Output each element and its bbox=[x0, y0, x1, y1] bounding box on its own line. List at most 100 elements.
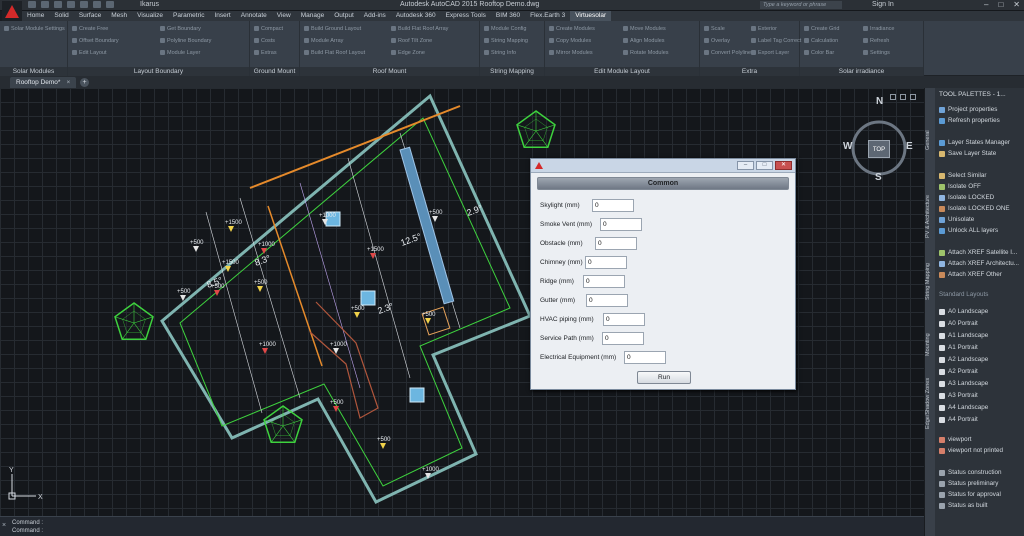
ribbon-button-scale[interactable]: Scale bbox=[704, 25, 725, 32]
hvac-piping-mm-input[interactable]: 0 bbox=[603, 313, 645, 326]
ribbon-button-color-bar[interactable]: Color Bar bbox=[804, 49, 834, 56]
ribbon-button-create-free[interactable]: Create Free bbox=[72, 25, 108, 32]
save-as-icon[interactable] bbox=[67, 1, 75, 8]
palette-item-attach-xref-other[interactable]: Attach XREF Other bbox=[939, 270, 1002, 279]
ribbon-button-module-config[interactable]: Module Config bbox=[484, 25, 526, 32]
sign-in-button[interactable]: Sign In bbox=[872, 1, 894, 8]
tab-manage[interactable]: Manage bbox=[296, 11, 330, 21]
palette-layout-a2-portrait[interactable]: A2 Portrait bbox=[939, 367, 978, 376]
tab-autodesk-360[interactable]: Autodesk 360 bbox=[391, 11, 441, 21]
tab-virtuesolar[interactable]: Virtuesolar bbox=[570, 11, 612, 21]
search-input[interactable]: Type a keyword or phrase bbox=[760, 1, 842, 9]
redo-icon[interactable] bbox=[106, 1, 114, 8]
palette-item-isolate-locked[interactable]: Isolate LOCKED bbox=[939, 193, 994, 202]
tab-output[interactable]: Output bbox=[329, 11, 359, 21]
close-icon[interactable]: ✕ bbox=[1013, 0, 1020, 9]
application-menu-button[interactable] bbox=[2, 1, 22, 21]
palette-layout-a3-portrait[interactable]: A3 Portrait bbox=[939, 391, 978, 400]
palette-tab-mounting[interactable]: Mounting bbox=[925, 320, 935, 369]
viewcube-top-face[interactable]: TOP bbox=[868, 140, 890, 158]
palette-layout-a2-landscape[interactable]: A2 Landscape bbox=[939, 355, 988, 364]
palette-item-project-properties[interactable]: Project properties bbox=[939, 105, 997, 114]
ribbon-button-module-layer[interactable]: Module Layer bbox=[160, 49, 200, 56]
ribbon-button-offset-boundary[interactable]: Offset Boundary bbox=[72, 37, 119, 44]
palette-item-viewport[interactable]: viewport bbox=[939, 435, 971, 444]
ribbon-button-extras[interactable]: Extras bbox=[254, 49, 277, 56]
viewcube-north[interactable]: N bbox=[876, 96, 883, 107]
dialog-maximize-icon[interactable]: □ bbox=[756, 161, 773, 170]
ribbon-button-align-modules[interactable]: Align Modules bbox=[623, 37, 665, 44]
electrical-equipment-mm-input[interactable]: 0 bbox=[624, 351, 666, 364]
ribbon-button-settings[interactable]: Settings bbox=[863, 49, 890, 56]
viewcube-south[interactable]: S bbox=[875, 172, 882, 183]
palette-tab-pv-architecture[interactable]: PV & Architecture bbox=[925, 188, 935, 244]
ribbon-button-copy-modules[interactable]: Copy Modules bbox=[549, 37, 591, 44]
palette-item-layer-states-manager[interactable]: Layer States Manager bbox=[939, 138, 1010, 147]
ribbon-button-costs[interactable]: Costs bbox=[254, 37, 275, 44]
tab-insert[interactable]: Insert bbox=[209, 11, 235, 21]
ribbon-button-solar-module-settings[interactable]: Solar Module Settings bbox=[4, 25, 65, 32]
run-button[interactable]: Run bbox=[637, 371, 691, 384]
palette-layout-a1-portrait[interactable]: A1 Portrait bbox=[939, 343, 978, 352]
ribbon-button-overlay[interactable]: Overlay bbox=[704, 37, 730, 44]
palette-item-save-layer-state[interactable]: Save Layer State bbox=[939, 149, 996, 158]
ribbon-button-rotate-modules[interactable]: Rotate Modules bbox=[623, 49, 669, 56]
tab-visualize[interactable]: Visualize bbox=[132, 11, 168, 21]
tab-parametric[interactable]: Parametric bbox=[168, 11, 209, 21]
tab-solid[interactable]: Solid bbox=[49, 11, 73, 21]
ribbon-button-build-flat-roof-array[interactable]: Build Flat Roof Array bbox=[391, 25, 448, 32]
palette-item-status-for-approval[interactable]: Status for approval bbox=[939, 490, 1001, 499]
tab-flex-earth-3[interactable]: Flex.Earth 3 bbox=[525, 11, 570, 21]
tab-view[interactable]: View bbox=[272, 11, 296, 21]
workspace-selector[interactable]: Ikarus bbox=[140, 1, 159, 8]
palette-item-status-construction[interactable]: Status construction bbox=[939, 468, 1002, 477]
ribbon-button-mirror-modules[interactable]: Mirror Modules bbox=[549, 49, 593, 56]
palette-tab-edge-shadow-zones[interactable]: Edge/Shadow Zones bbox=[925, 373, 935, 433]
palette-item-viewport-not-printed[interactable]: viewport not printed bbox=[939, 446, 1003, 455]
ribbon-button-get-boundary[interactable]: Get Boundary bbox=[160, 25, 201, 32]
maximize-icon[interactable]: □ bbox=[998, 0, 1003, 9]
ribbon-button-create-modules[interactable]: Create Modules bbox=[549, 25, 595, 32]
palette-tab-general[interactable]: General bbox=[925, 96, 935, 184]
ribbon-button-move-modules[interactable]: Move Modules bbox=[623, 25, 666, 32]
palette-layout-a0-landscape[interactable]: A0 Landscape bbox=[939, 307, 988, 316]
new-file-icon[interactable] bbox=[28, 1, 36, 8]
ribbon-button-irradiance[interactable]: Irradiance bbox=[863, 25, 894, 32]
viewcube-west[interactable]: W bbox=[843, 141, 852, 152]
close-tab-icon[interactable]: × bbox=[66, 79, 70, 86]
ribbon-button-string-mapping[interactable]: String Mapping bbox=[484, 37, 528, 44]
undo-icon[interactable] bbox=[93, 1, 101, 8]
palette-layout-a4-portrait[interactable]: A4 Portrait bbox=[939, 415, 978, 424]
tab-bim-360[interactable]: BIM 360 bbox=[491, 11, 525, 21]
palette-item-status-preliminary[interactable]: Status preliminary bbox=[939, 479, 998, 488]
ribbon-button-edit-layout[interactable]: Edit Layout bbox=[72, 49, 107, 56]
minimize-icon[interactable]: – bbox=[984, 0, 988, 9]
dialog-minimize-icon[interactable]: – bbox=[737, 161, 754, 170]
ridge-mm-input[interactable]: 0 bbox=[583, 275, 625, 288]
palette-tab-string-mapping[interactable]: String Mapping bbox=[925, 248, 935, 316]
tab-annotate[interactable]: Annotate bbox=[236, 11, 272, 21]
palette-item-unisolate[interactable]: Unisolate bbox=[939, 215, 974, 224]
ribbon-button-edge-zone[interactable]: Edge Zone bbox=[391, 49, 425, 56]
close-command-line-icon[interactable]: × bbox=[2, 522, 6, 529]
ribbon-button-create-grid[interactable]: Create Grid bbox=[804, 25, 839, 32]
palette-layout-a0-portrait[interactable]: A0 Portrait bbox=[939, 319, 978, 328]
palette-item-isolate-locked-one[interactable]: Isolate LOCKED ONE bbox=[939, 204, 1010, 213]
gutter-mm-input[interactable]: 0 bbox=[586, 294, 628, 307]
service-path-mm-input[interactable]: 0 bbox=[602, 332, 644, 345]
save-icon[interactable] bbox=[54, 1, 62, 8]
viewcube-east[interactable]: E bbox=[906, 141, 913, 152]
tab-add-ins[interactable]: Add-ins bbox=[359, 11, 391, 21]
obstacle-mm-input[interactable]: 0 bbox=[595, 237, 637, 250]
ribbon-button-polyline-boundary[interactable]: Polyline Boundary bbox=[160, 37, 211, 44]
palette-layout-a1-landscape[interactable]: A1 Landscape bbox=[939, 331, 988, 340]
palette-item-status-as-built[interactable]: Status as built bbox=[939, 501, 988, 510]
ribbon-button-build-flat-roof-layout[interactable]: Build Flat Roof Layout bbox=[304, 49, 365, 56]
ribbon-button-label-tag-correct[interactable]: Label Tag Correct bbox=[751, 37, 801, 44]
ribbon-button-calculation[interactable]: Calculation bbox=[804, 37, 838, 44]
palette-item-unlock-all-layers[interactable]: Unlock ALL layers bbox=[939, 226, 998, 235]
new-tab-button[interactable]: + bbox=[80, 78, 89, 87]
smoke-vent-mm-input[interactable]: 0 bbox=[600, 218, 642, 231]
ribbon-button-string-info[interactable]: String Info bbox=[484, 49, 516, 56]
tab-mesh[interactable]: Mesh bbox=[106, 11, 132, 21]
